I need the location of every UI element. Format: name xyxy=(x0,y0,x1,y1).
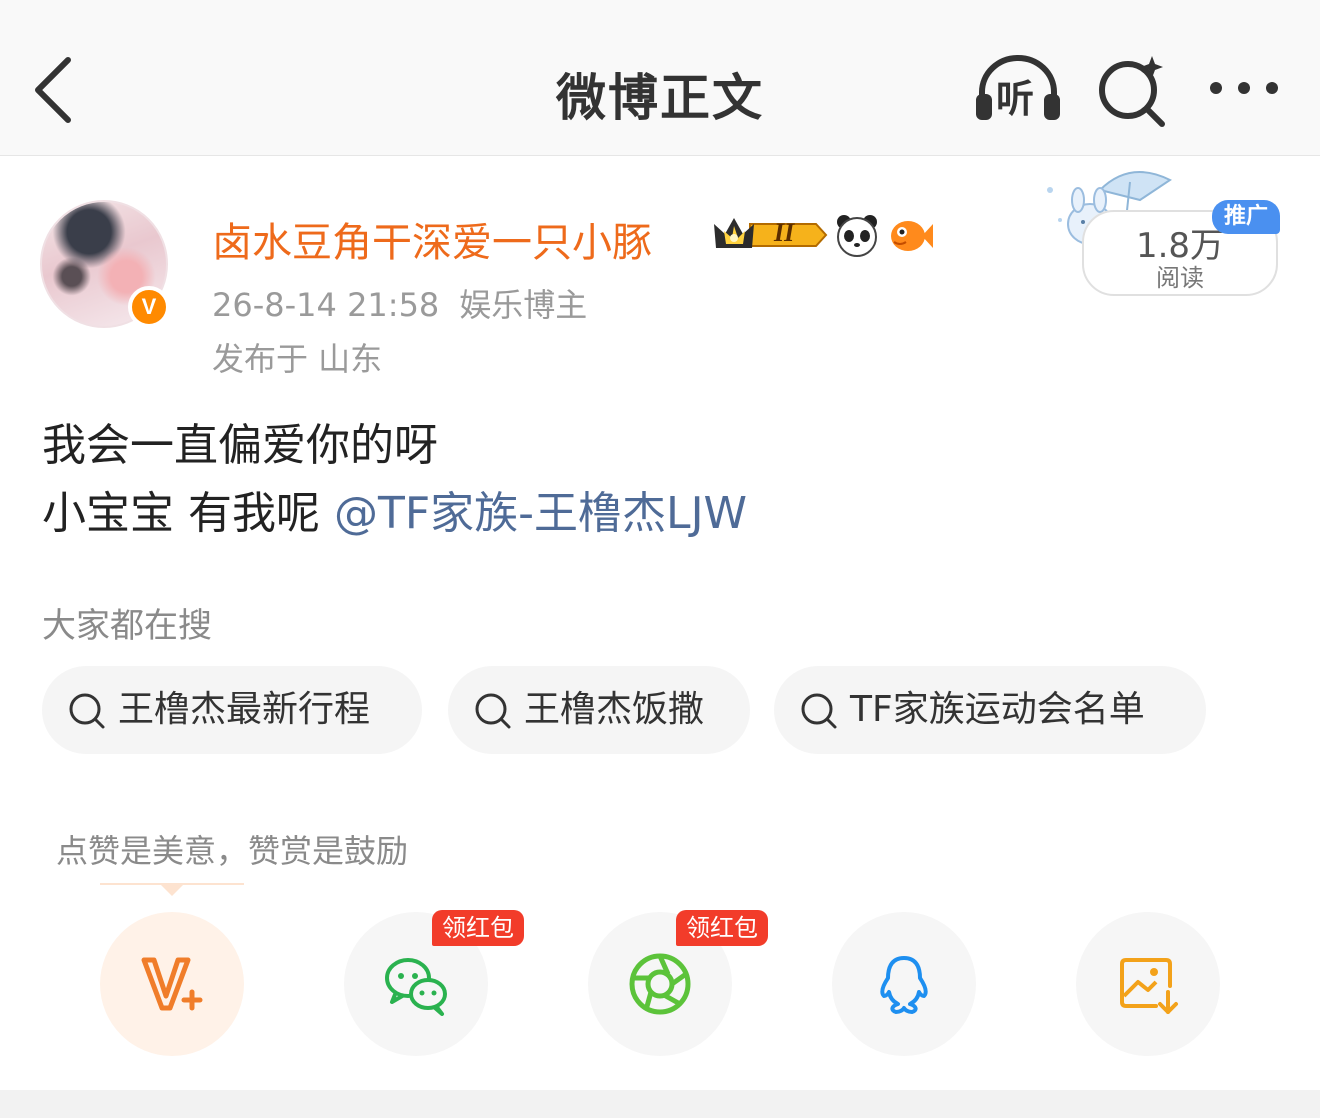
post-line-2: 小宝宝 有我呢 @TF家族-王橹杰LJW xyxy=(42,480,747,548)
search-chip-label: 王橹杰饭撒 xyxy=(524,689,705,730)
back-icon[interactable] xyxy=(28,52,84,128)
vip-level-badge[interactable]: II xyxy=(712,214,828,256)
post-meta: 26-8-14 21:58 娱乐博主 xyxy=(212,280,587,326)
search-ai-button[interactable] xyxy=(1094,52,1170,128)
post-content: 我会一直偏爱你的呀 小宝宝 有我呢 @TF家族-王橹杰LJW xyxy=(42,412,747,548)
promo-tag: 推广 xyxy=(1212,200,1280,234)
page-title: 微博正文 xyxy=(556,69,764,127)
wechat-icon xyxy=(385,958,447,1016)
qq-icon xyxy=(880,956,928,1014)
search-sparkle-icon xyxy=(1099,56,1165,127)
fish-emoji-icon xyxy=(888,212,934,258)
search-chip[interactable]: 王橹杰最新行程 xyxy=(42,666,422,754)
listen-button[interactable]: 听 xyxy=(972,52,1064,124)
reward-v-icon xyxy=(141,957,203,1011)
post-line-1: 我会一直偏爱你的呀 xyxy=(42,420,438,471)
search-icon xyxy=(69,693,105,729)
top-nav-bar: 微博正文 听 xyxy=(0,0,1320,156)
tip-arrow xyxy=(100,882,244,902)
red-packet-tag[interactable]: 领红包 xyxy=(676,910,768,946)
crown-icon xyxy=(714,218,828,248)
moments-icon xyxy=(629,953,691,1015)
verified-badge: V xyxy=(128,286,170,328)
search-icon xyxy=(475,693,511,729)
bottom-divider xyxy=(0,1090,1320,1118)
share-qq-button[interactable] xyxy=(832,912,976,1056)
author-name[interactable]: 卤水豆角干深爱一只小豚 xyxy=(212,210,652,268)
post-line-2-text: 小宝宝 有我呢 xyxy=(42,488,320,539)
post-location: 发布于 山东 xyxy=(212,340,383,378)
post-timestamp: 26-8-14 21:58 xyxy=(212,286,440,324)
mention-link[interactable]: @TF家族-王橹杰LJW xyxy=(334,488,747,539)
save-image-icon xyxy=(1120,958,1178,1014)
search-icon xyxy=(801,693,837,729)
author-role: 娱乐博主 xyxy=(459,286,588,324)
vip-level-text: II xyxy=(774,218,795,247)
trending-search-heading: 大家都在搜 xyxy=(42,606,212,646)
listen-label: 听 xyxy=(996,77,1035,121)
red-packet-tag[interactable]: 领红包 xyxy=(432,910,524,946)
search-chip-label: 王橹杰最新行程 xyxy=(118,689,371,730)
panda-emoji-icon xyxy=(834,212,880,258)
read-count-label: 阅读 xyxy=(1156,264,1204,292)
reward-button[interactable] xyxy=(100,912,244,1056)
search-chip[interactable]: TF家族运动会名单 xyxy=(774,666,1206,754)
search-chip[interactable]: 王橹杰饭撒 xyxy=(448,666,750,754)
more-options-icon[interactable] xyxy=(1204,66,1284,110)
search-chip-label: TF家族运动会名单 xyxy=(850,689,1145,730)
reward-tip: 点赞是美意，赞赏是鼓励 xyxy=(56,832,409,870)
save-image-button[interactable] xyxy=(1076,912,1220,1056)
